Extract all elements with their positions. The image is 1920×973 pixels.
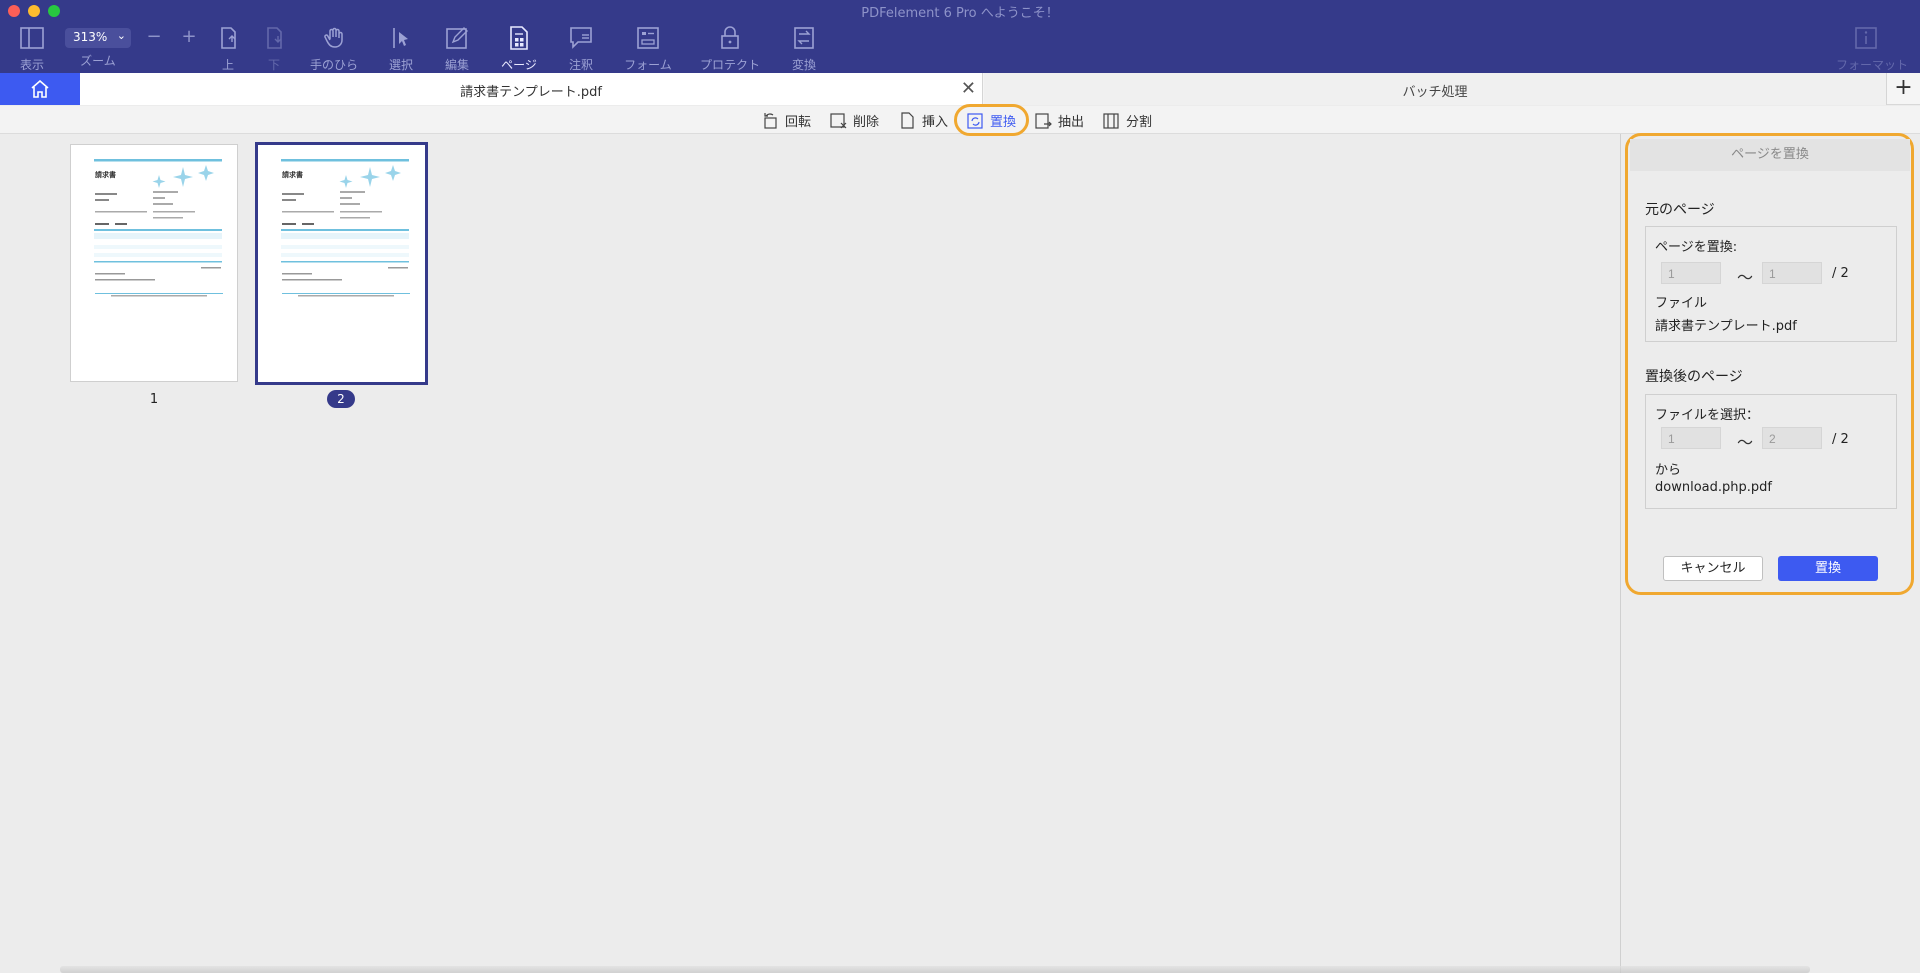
page-down-icon: [267, 27, 282, 49]
page-label: ページ: [501, 58, 537, 72]
tab-document-title: 請求書テンプレート.pdf: [460, 85, 602, 100]
delete-page-button[interactable]: 削除: [830, 110, 879, 130]
replace-button[interactable]: 置換: [1778, 556, 1878, 581]
range-tilde: 〜: [1737, 268, 1754, 287]
comment-label: 注釈: [568, 58, 593, 72]
horizontal-scrollbar[interactable]: [60, 966, 1810, 973]
rotate-label: 回転: [785, 114, 812, 130]
protect-label: プロテクト: [700, 58, 761, 72]
file-label: ファイル: [1655, 296, 1708, 311]
replacement-section-title: 置換後のページ: [1645, 369, 1743, 385]
replace-highlight-ring: [954, 104, 1029, 136]
page-thumbnail-2[interactable]: 請求書: [255, 142, 428, 385]
insert-page-button[interactable]: 挿入: [899, 110, 948, 130]
select-cursor-icon: [393, 28, 408, 48]
zoom-in-button[interactable]: +: [179, 26, 199, 47]
edit-label: 編集: [444, 58, 469, 72]
main-toolbar: PDFelement 6 Pro へようこそ！ 表示 313% ⌄ ズーム − …: [0, 0, 1920, 73]
tab-bar: 請求書テンプレート.pdf ✕ バッチ処理 +: [0, 73, 1920, 105]
cancel-button[interactable]: キャンセル: [1663, 556, 1763, 581]
hand-tool-label: 手のひら: [309, 58, 358, 72]
close-icon[interactable]: ✕: [961, 78, 976, 99]
page-doc-title: 請求書: [282, 170, 303, 179]
zoom-value: 313%: [73, 30, 108, 44]
replacement-page-total: / 2: [1832, 432, 1849, 447]
select-button[interactable]: 選択: [371, 25, 431, 73]
replacement-to-input[interactable]: [1762, 427, 1822, 449]
select-label: 選択: [388, 58, 413, 72]
format-label: フォーマット: [1836, 58, 1909, 72]
edit-button[interactable]: 編集: [427, 25, 487, 73]
from-label: から: [1655, 463, 1682, 478]
view-button[interactable]: 表示: [2, 25, 62, 73]
hand-tool-button[interactable]: 手のひら: [304, 25, 364, 73]
protect-button[interactable]: プロテクト: [700, 25, 760, 73]
zoom-out-button[interactable]: −: [144, 26, 164, 47]
snowflake-icon: [339, 165, 401, 188]
page-icon: [510, 26, 528, 50]
edit-icon: [446, 27, 468, 49]
select-file-label: ファイルを選択：: [1655, 408, 1760, 423]
convert-label: 変換: [791, 58, 816, 72]
form-label: フォーム: [624, 58, 672, 72]
format-button[interactable]: フォーマット: [1836, 25, 1909, 73]
original-to-input[interactable]: [1762, 262, 1822, 284]
page-doc-title: 請求書: [95, 170, 116, 179]
rotate-icon: [764, 112, 777, 129]
original-section-title: 元のページ: [1645, 202, 1715, 218]
page-number-2: 2: [327, 390, 355, 408]
original-page-total: / 2: [1832, 266, 1849, 281]
extract-page-label: 抽出: [1058, 114, 1085, 130]
add-tab-button[interactable]: +: [1886, 73, 1920, 105]
window-title: PDFelement 6 Pro へようこそ！: [861, 6, 1059, 21]
comment-button[interactable]: 注釈: [551, 25, 611, 73]
form-button[interactable]: フォーム: [618, 25, 678, 73]
tab-document[interactable]: 請求書テンプレート.pdf ✕: [80, 73, 983, 105]
convert-button[interactable]: 変換: [774, 25, 834, 73]
page-number-1: 1: [149, 392, 159, 407]
original-file-name: 請求書テンプレート.pdf: [1655, 319, 1797, 334]
replacement-from-input[interactable]: [1661, 427, 1721, 449]
split-page-icon: [1103, 112, 1119, 129]
page-button[interactable]: ページ: [489, 25, 549, 73]
range-tilde: 〜: [1737, 433, 1754, 452]
form-icon: [637, 27, 659, 49]
invoice-page-preview: 請求書: [281, 159, 410, 297]
snowflake-icon: [152, 165, 214, 188]
replace-pages-label: ページを置換:: [1655, 240, 1738, 255]
extract-page-icon: [1035, 112, 1052, 129]
chevron-down-icon: ⌄: [116, 29, 126, 42]
home-tab[interactable]: [0, 73, 80, 105]
page-thumbnail-1[interactable]: 請求書: [70, 144, 238, 382]
lock-icon: [721, 26, 739, 49]
extract-page-button[interactable]: 抽出: [1035, 110, 1084, 130]
page-up-icon: [221, 27, 236, 49]
split-page-label: 分割: [1126, 114, 1153, 130]
home-icon: [31, 80, 49, 98]
zoom-label: ズーム: [80, 54, 116, 68]
info-icon: [1855, 27, 1877, 49]
hand-icon: [324, 27, 343, 48]
insert-page-label: 挿入: [922, 114, 949, 130]
panel-title: ページを置換: [1630, 139, 1910, 171]
convert-icon: [794, 27, 814, 49]
invoice-page-preview: 請求書: [94, 159, 223, 297]
original-from-input[interactable]: [1661, 262, 1721, 284]
split-page-button[interactable]: 分割: [1103, 110, 1152, 130]
sidebar-icon: [20, 27, 44, 49]
zoom-select[interactable]: 313% ⌄: [65, 28, 131, 48]
comment-icon: [570, 27, 592, 49]
tab-batch[interactable]: バッチ処理: [984, 73, 1886, 105]
tab-batch-title: バッチ処理: [1402, 85, 1468, 100]
insert-page-icon: [901, 111, 914, 129]
view-label: 表示: [19, 58, 44, 72]
delete-page-label: 削除: [853, 114, 880, 130]
delete-page-icon: [830, 112, 847, 128]
page-down-label: 下: [267, 58, 280, 72]
replacement-file-name: download.php.pdf: [1655, 480, 1772, 495]
rotate-button[interactable]: 回転: [762, 110, 811, 130]
page-down-button[interactable]: 下: [244, 25, 304, 73]
